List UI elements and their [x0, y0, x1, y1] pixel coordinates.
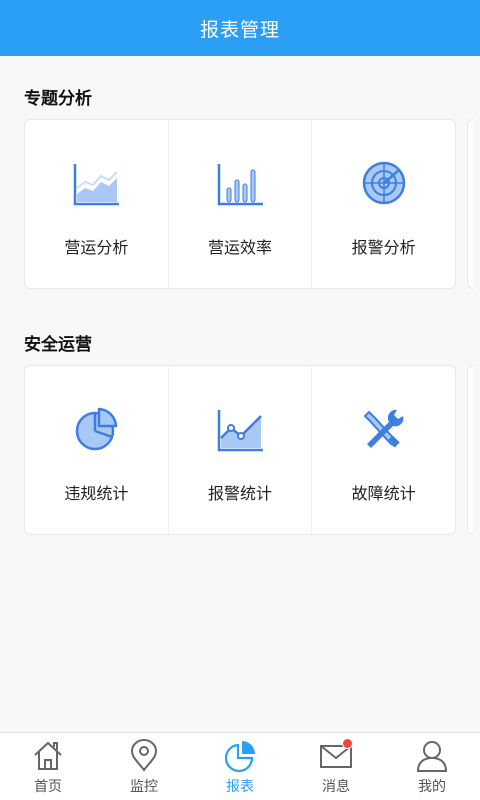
tab-home[interactable]: 首页	[0, 733, 96, 800]
page-title: 报表管理	[199, 18, 280, 41]
location-pin-icon	[130, 739, 158, 772]
tab-label: 我的	[418, 779, 446, 795]
tile-violation-stats[interactable]: 违规统计	[25, 366, 169, 534]
unread-badge-dot	[342, 738, 353, 749]
tab-messages[interactable]: 消息	[288, 733, 384, 800]
tile-label: 违规统计	[64, 484, 129, 503]
tab-label: 消息	[322, 779, 350, 795]
tab-report[interactable]: 报表	[192, 733, 288, 800]
tab-label: 监控	[130, 779, 158, 795]
tile-label: 营运效率	[208, 238, 273, 257]
tab-label: 首页	[34, 779, 62, 795]
topic-analysis-card: 营运分析 营运效率 报警分析	[24, 119, 456, 289]
tools-icon	[363, 409, 404, 448]
tab-label: 报表	[226, 779, 254, 795]
bar-chart-icon	[217, 164, 263, 206]
tile-label: 报警分析	[351, 238, 416, 257]
card-peek-edge	[467, 365, 473, 535]
section-title-safety-operation: 安全运营	[24, 335, 92, 355]
tile-alarm-stats[interactable]: 报警统计	[169, 366, 313, 534]
tile-operation-analysis[interactable]: 营运分析	[25, 120, 169, 288]
tab-monitor[interactable]: 监控	[96, 733, 192, 800]
card-peek-edge	[467, 119, 473, 289]
user-icon	[416, 741, 448, 772]
tile-operation-efficiency[interactable]: 营运效率	[169, 120, 313, 288]
line-chart-icon	[217, 410, 263, 452]
area-chart-icon	[74, 164, 120, 206]
app-header: 报表管理	[0, 0, 480, 56]
tile-label: 营运分析	[64, 238, 129, 257]
tab-mine[interactable]: 我的	[384, 733, 480, 800]
tile-alarm-analysis[interactable]: 报警分析	[312, 120, 455, 288]
section-title-topic-analysis: 专题分析	[24, 89, 92, 109]
tile-fault-stats[interactable]: 故障统计	[312, 366, 455, 534]
bottom-tab-bar: 首页 监控 报表 消息 我的	[0, 732, 480, 800]
tile-label: 故障统计	[351, 484, 416, 503]
report-pie-icon	[224, 741, 255, 773]
pie-chart-icon	[76, 407, 118, 451]
tile-label: 报警统计	[208, 484, 273, 503]
safety-operation-card: 违规统计 报警统计 故障统计	[24, 365, 456, 535]
home-icon	[34, 741, 62, 770]
radar-icon	[362, 161, 405, 205]
